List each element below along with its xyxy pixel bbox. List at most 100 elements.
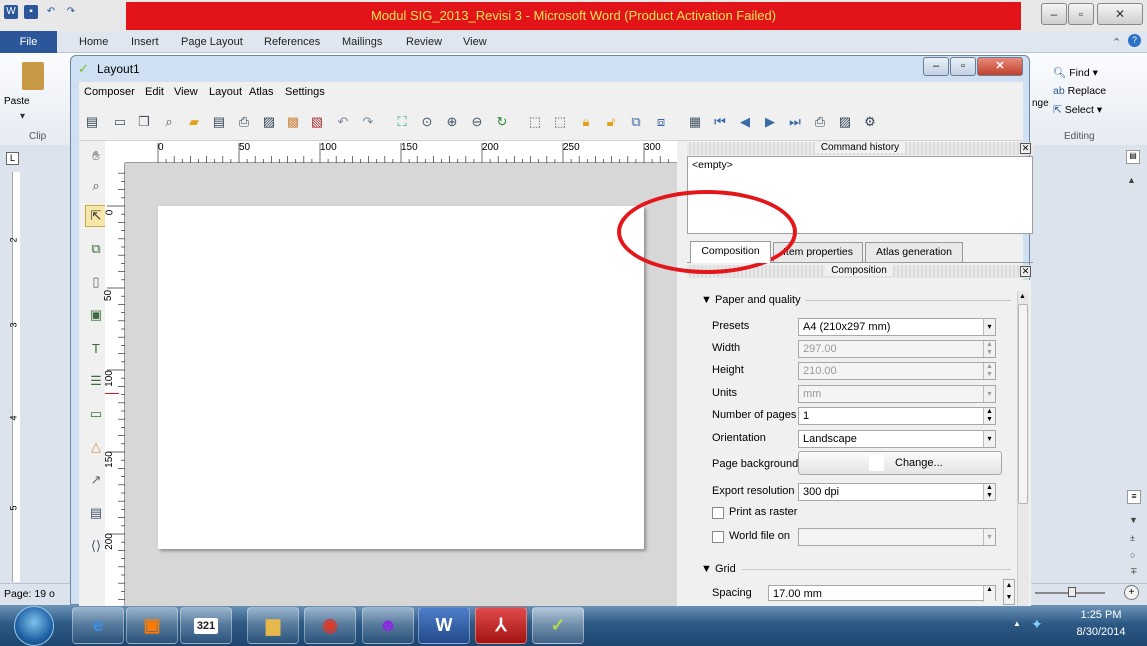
composition-page[interactable] bbox=[158, 206, 644, 549]
acrobat-taskbar-icon[interactable]: ⅄ bbox=[475, 607, 527, 644]
duplicate-composer-icon[interactable]: ❐ bbox=[134, 112, 154, 132]
tab-mailings[interactable]: Mailings bbox=[342, 36, 382, 48]
chrome-taskbar-icon[interactable]: ◉ bbox=[304, 607, 356, 644]
resolution-input[interactable]: 300 dpi ▲ ▼ bbox=[798, 483, 996, 501]
zoom-slider-thumb[interactable] bbox=[1068, 587, 1076, 597]
scroll-up-icon[interactable]: ▲ bbox=[1019, 293, 1026, 300]
tab-stop-selector[interactable]: L bbox=[6, 152, 19, 165]
calendar-taskbar-icon[interactable]: 321 bbox=[180, 607, 232, 644]
composer-manager-icon[interactable]: ⌕ bbox=[159, 112, 179, 132]
export-svg-icon[interactable]: ▩ bbox=[283, 112, 303, 132]
save-project-icon[interactable]: ▤ bbox=[82, 112, 102, 132]
media-taskbar-icon[interactable]: ▣ bbox=[126, 607, 178, 644]
paste-icon[interactable] bbox=[22, 62, 44, 90]
zoom-in-icon[interactable]: + bbox=[1124, 585, 1139, 600]
spacing-input[interactable]: 17.00 mm ▲ bbox=[768, 585, 996, 602]
select-all-icon[interactable]: ⬚ bbox=[525, 112, 545, 132]
export-pdf-icon[interactable]: ▧ bbox=[307, 112, 327, 132]
zoom-out-icon[interactable]: ⊖ bbox=[467, 112, 487, 132]
select-browse-icon[interactable]: ○ bbox=[1130, 550, 1135, 560]
add-scalebar-icon[interactable]: ▭ bbox=[85, 403, 107, 425]
print-raster-checkbox[interactable] bbox=[712, 507, 724, 519]
word-minimize-button[interactable]: – bbox=[1041, 3, 1067, 25]
tab-references[interactable]: References bbox=[264, 36, 320, 48]
tab-insert[interactable]: Insert bbox=[131, 36, 159, 48]
load-template-icon[interactable]: ▰ bbox=[184, 112, 204, 132]
units-select[interactable]: mm ▾ bbox=[798, 385, 996, 403]
file-tab[interactable]: File bbox=[0, 31, 57, 53]
paste-label[interactable]: Paste bbox=[4, 96, 30, 107]
page-count-status[interactable]: Page: 19 o bbox=[4, 588, 55, 600]
redo-icon[interactable]: ↷ bbox=[64, 5, 78, 19]
atlas-first-icon[interactable]: ⏮ bbox=[710, 112, 730, 132]
print-icon[interactable]: ⎙ bbox=[234, 112, 254, 132]
network-icon[interactable]: ✦ bbox=[1031, 616, 1043, 633]
orientation-select[interactable]: Landscape ▾ bbox=[798, 430, 996, 448]
menu-atlas[interactable]: Atlas bbox=[249, 86, 273, 98]
select-button[interactable]: ⇱ Select ▾ bbox=[1053, 104, 1102, 116]
group-icon[interactable]: ⧉ bbox=[626, 112, 646, 132]
zoom-tool-icon[interactable]: ⌕ bbox=[85, 175, 107, 197]
tab-view[interactable]: View bbox=[463, 36, 487, 48]
width-input[interactable]: 297.00 ▲ ▼ bbox=[798, 340, 996, 358]
menu-edit[interactable]: Edit bbox=[145, 86, 164, 98]
qgis-taskbar-icon[interactable]: ✓ bbox=[532, 607, 584, 644]
add-table-icon[interactable]: ▤ bbox=[85, 502, 107, 524]
world-file-checkbox[interactable] bbox=[712, 531, 724, 543]
qgis-close-button[interactable]: ✕ bbox=[977, 57, 1023, 76]
tab-home[interactable]: Home bbox=[79, 36, 108, 48]
zoom-in-icon[interactable]: ⊕ bbox=[442, 112, 462, 132]
print-atlas-icon[interactable]: ⎙ bbox=[810, 112, 830, 132]
pan-tool-icon[interactable]: ✋︎ bbox=[85, 145, 107, 167]
add-arrow-icon[interactable]: ↗ bbox=[85, 469, 107, 491]
world-file-select[interactable]: ▾ bbox=[798, 528, 996, 546]
composer-canvas[interactable] bbox=[125, 163, 677, 606]
zoom-full-icon[interactable]: ⛶ bbox=[392, 112, 412, 132]
help-icon[interactable]: ? bbox=[1128, 34, 1141, 47]
explorer-taskbar-icon[interactable]: ▆ bbox=[247, 607, 299, 644]
zoom-actual-icon[interactable]: ⊙ bbox=[417, 112, 437, 132]
ungroup-icon[interactable]: ⧈ bbox=[651, 112, 671, 132]
close-history-icon[interactable]: ✕ bbox=[1020, 143, 1031, 154]
properties-scrollbar[interactable]: ▲ bbox=[1017, 291, 1029, 606]
unlock-icon[interactable]: 🔓︎ bbox=[601, 112, 621, 132]
pages-input[interactable]: 1 ▲ ▼ bbox=[798, 407, 996, 425]
yahoo-taskbar-icon[interactable]: ☻ bbox=[362, 607, 414, 644]
atlas-preview-icon[interactable]: ▦ bbox=[685, 112, 705, 132]
deselect-icon[interactable]: ⬚ bbox=[550, 112, 570, 132]
atlas-settings-icon[interactable]: ⚙ bbox=[860, 112, 880, 132]
add-label-icon[interactable]: T bbox=[85, 337, 107, 359]
ruler-toggle-icon[interactable]: ▤ bbox=[1126, 150, 1140, 164]
undo-icon[interactable]: ↶ bbox=[333, 112, 353, 132]
tab-page-layout[interactable]: Page Layout bbox=[181, 36, 243, 48]
ie-taskbar-icon[interactable]: e bbox=[72, 607, 124, 644]
menu-composer[interactable]: Composer bbox=[84, 86, 135, 98]
move-content-tool-icon[interactable]: ⧉ bbox=[85, 238, 107, 260]
presets-select[interactable]: A4 (210x297 mm) ▾ bbox=[798, 318, 996, 336]
find-button[interactable]: 🔍︎ Find ▾ bbox=[1053, 66, 1098, 79]
word-close-button[interactable]: ✕ bbox=[1097, 3, 1143, 25]
refresh-icon[interactable]: ↻ bbox=[492, 112, 512, 132]
ribbon-collapse-icon[interactable]: ⌃ bbox=[1112, 36, 1121, 49]
word-taskbar-icon[interactable]: W bbox=[418, 607, 470, 644]
scroll-down-icon[interactable]: ▼ bbox=[1129, 515, 1138, 525]
menu-settings[interactable]: Settings bbox=[285, 86, 325, 98]
save-template-icon[interactable]: ▤ bbox=[209, 112, 229, 132]
atlas-last-icon[interactable]: ⏭ bbox=[785, 112, 805, 132]
clock-time[interactable]: 1:25 PM bbox=[1071, 609, 1131, 621]
scroll-thumb[interactable] bbox=[1018, 304, 1028, 504]
redo-icon[interactable]: ↷ bbox=[358, 112, 378, 132]
undo-icon[interactable]: ↶ bbox=[44, 5, 58, 19]
paper-quality-section[interactable]: ▼ Paper and quality bbox=[701, 294, 801, 306]
lock-icon[interactable]: 🔒︎ bbox=[576, 112, 596, 132]
word-maximize-button[interactable]: ▫ bbox=[1068, 3, 1094, 25]
height-input[interactable]: 210.00 ▲ ▼ bbox=[798, 362, 996, 380]
change-background-button[interactable]: Change... bbox=[798, 451, 1002, 475]
add-image-icon[interactable]: ▣ bbox=[85, 304, 107, 326]
clock-date[interactable]: 8/30/2014 bbox=[1066, 626, 1136, 638]
qgis-minimize-button[interactable]: – bbox=[923, 57, 949, 76]
start-button[interactable] bbox=[14, 606, 54, 646]
save-icon[interactable]: ▪ bbox=[24, 5, 38, 19]
change-styles-label[interactable]: nge bbox=[1032, 98, 1049, 109]
close-composition-icon[interactable]: ✕ bbox=[1020, 266, 1031, 277]
